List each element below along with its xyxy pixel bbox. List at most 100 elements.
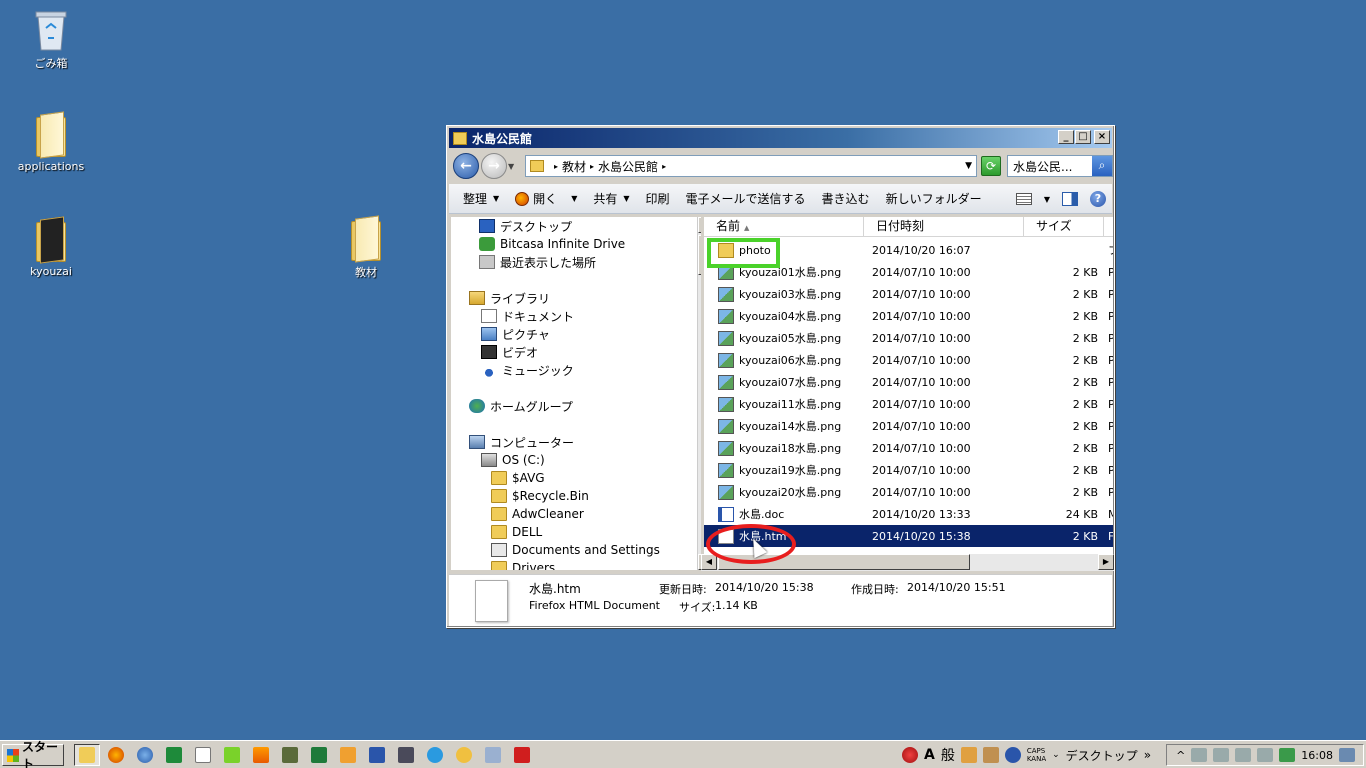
breadcrumb-separator-icon[interactable]: ▸	[554, 162, 558, 171]
nav-item-pictures[interactable]: ピクチャ	[481, 325, 550, 343]
refresh-button[interactable]: ⟳	[981, 156, 1001, 176]
taskbar-notepad-button[interactable]	[190, 744, 216, 766]
file-row[interactable]: kyouzai19水島.png 2014/07/10 10:00 2 KB P	[704, 459, 1113, 481]
taskbar-word-button[interactable]	[364, 744, 390, 766]
file-row[interactable]: kyouzai07水島.png 2014/07/10 10:00 2 KB P	[704, 371, 1113, 393]
desktop-icon-kyouzai-jp[interactable]: 教材	[326, 215, 406, 280]
nav-item-videos[interactable]: ビデオ	[481, 343, 538, 361]
nav-item-libraries[interactable]: ライブラリ	[469, 289, 550, 307]
chevron-down-icon[interactable]: ▼	[1044, 195, 1050, 204]
email-button[interactable]: 電子メールで送信する	[678, 190, 814, 207]
print-button[interactable]: 印刷	[638, 190, 678, 207]
taskbar-vlc-button[interactable]	[248, 744, 274, 766]
minimize-button[interactable]: _	[1058, 130, 1074, 144]
search-icon[interactable]: ⌕	[1092, 156, 1112, 176]
taskbar-firefox-button[interactable]	[103, 744, 129, 766]
breadcrumb-separator-icon[interactable]: ▸	[590, 162, 594, 171]
taskbar-app-tool-button[interactable]	[277, 744, 303, 766]
file-row[interactable]: kyouzai14水島.png 2014/07/10 10:00 2 KB P	[704, 415, 1113, 437]
breadcrumb-separator-icon[interactable]: ▸	[662, 162, 666, 171]
nav-item-recycle-bin[interactable]: $Recycle.Bin	[491, 487, 589, 505]
file-row[interactable]: kyouzai03水島.png 2014/07/10 10:00 2 KB P	[704, 283, 1113, 305]
nav-item-drivers[interactable]: Drivers	[491, 559, 555, 570]
avg-icon[interactable]	[1279, 748, 1296, 762]
title-bar[interactable]: 水島公民館 _ □ ×	[449, 128, 1112, 148]
ime-options-icon[interactable]: ⌄	[1052, 750, 1060, 760]
nav-item-documents-and-settings[interactable]: Documents and Settings	[491, 541, 660, 559]
taskbar-app-sun-button[interactable]	[451, 744, 477, 766]
taskbar-app-lime-button[interactable]	[219, 744, 245, 766]
nav-item-music[interactable]: ミュージック	[481, 361, 574, 379]
maximize-button[interactable]: □	[1075, 130, 1091, 144]
nav-item-adwcleaner[interactable]: AdwCleaner	[491, 505, 584, 523]
scroll-left-icon[interactable]: ◀	[701, 554, 717, 570]
file-row[interactable]: 水島.doc 2014/10/20 13:33 24 KB M	[704, 503, 1113, 525]
network-icon[interactable]	[1235, 748, 1252, 762]
taskbar-thunderbird-button[interactable]	[132, 744, 158, 766]
file-row[interactable]: kyouzai18水島.png 2014/07/10 10:00 2 KB P	[704, 437, 1113, 459]
action-center-flag-icon[interactable]	[1191, 748, 1208, 762]
taskbar-excel-button[interactable]	[306, 744, 332, 766]
search-input[interactable]: 水島公民... ⌕	[1007, 155, 1113, 177]
ime-pad-icon[interactable]	[960, 747, 977, 763]
desktop-icon-kyouzai[interactable]: kyouzai	[11, 216, 91, 278]
taskbar-app-box-button[interactable]	[393, 744, 419, 766]
speaker-icon[interactable]	[1257, 748, 1274, 762]
nav-item-bitcasa[interactable]: Bitcasa Infinite Drive	[479, 235, 625, 253]
toolbar-chevron-icon[interactable]: »	[1144, 748, 1151, 762]
desktop-toolbar-label[interactable]: デスクトップ	[1066, 747, 1138, 764]
desktop-icon-recycle-bin[interactable]: ごみ箱	[11, 8, 91, 71]
ime-conversion-mode[interactable]: 般	[941, 745, 955, 765]
taskbar-app-blue-button[interactable]	[422, 744, 448, 766]
column-header-name[interactable]: 名前 ▲	[704, 217, 864, 236]
show-desktop-icon[interactable]	[1339, 748, 1355, 762]
file-row[interactable]: kyouzai05水島.png 2014/07/10 10:00 2 KB P	[704, 327, 1113, 349]
taskbar-app-green-button[interactable]	[161, 744, 187, 766]
breadcrumb-item[interactable]: 教材	[562, 158, 586, 175]
open-button[interactable]: 開く ▼	[507, 190, 585, 207]
nav-item-desktop[interactable]: デスクトップ	[479, 217, 572, 235]
device-icon[interactable]	[1213, 748, 1230, 762]
file-row[interactable]: kyouzai11水島.png 2014/07/10 10:00 2 KB P	[704, 393, 1113, 415]
taskbar-acrobat-button[interactable]	[509, 744, 535, 766]
ime-dictionary-icon[interactable]	[982, 747, 999, 763]
burn-button[interactable]: 書き込む	[814, 190, 878, 207]
breadcrumb-item[interactable]: 水島公民館	[598, 158, 658, 175]
new-folder-button[interactable]: 新しいフォルダー	[878, 190, 990, 207]
clock[interactable]: 16:08	[1301, 749, 1333, 762]
file-row[interactable]: kyouzai04水島.png 2014/07/10 10:00 2 KB P	[704, 305, 1113, 327]
help-icon[interactable]: ?	[1090, 191, 1106, 207]
nav-item-computer[interactable]: コンピューター	[469, 433, 574, 451]
help-icon[interactable]	[1004, 747, 1021, 763]
column-header-size[interactable]: サイズ	[1024, 217, 1104, 236]
taskbar-explorer-button[interactable]	[74, 744, 100, 766]
close-button[interactable]: ×	[1094, 130, 1110, 144]
column-header-type[interactable]: 種	[1104, 217, 1113, 236]
desktop-icon-applications[interactable]: applications	[11, 111, 91, 173]
forward-button[interactable]: →	[481, 153, 507, 179]
organize-button[interactable]: 整理 ▼	[449, 190, 507, 207]
nav-item-avg[interactable]: $AVG	[491, 469, 545, 487]
nav-item-dell[interactable]: DELL	[491, 523, 542, 541]
show-hidden-icons-icon[interactable]: ^	[1176, 749, 1185, 762]
nav-item-recent-places[interactable]: 最近表示した場所	[479, 253, 596, 271]
share-button[interactable]: 共有 ▼	[585, 190, 637, 207]
address-dropdown-icon[interactable]: ▼	[965, 161, 972, 171]
nav-item-os-c[interactable]: OS (C:)	[481, 451, 545, 469]
back-button[interactable]: ←	[453, 153, 479, 179]
preview-pane-icon[interactable]	[1062, 192, 1078, 206]
view-options-icon[interactable]	[1015, 193, 1032, 205]
address-field[interactable]: ▸ 教材 ▸ 水島公民館 ▸ ▼	[525, 155, 977, 177]
file-row[interactable]: kyouzai06水島.png 2014/07/10 10:00 2 KB P	[704, 349, 1113, 371]
file-row[interactable]: kyouzai20水島.png 2014/07/10 10:00 2 KB P	[704, 481, 1113, 503]
taskbar-app-paint-button[interactable]	[480, 744, 506, 766]
ime-input-mode[interactable]: A	[924, 747, 935, 763]
start-button[interactable]: スタート	[2, 740, 64, 768]
balloon-icon[interactable]	[902, 747, 918, 763]
taskbar-app-orange-button[interactable]	[335, 744, 361, 766]
nav-item-homegroup[interactable]: ホームグループ	[469, 397, 573, 415]
column-header-date[interactable]: 日付時刻	[864, 217, 1024, 236]
recent-pages-dropdown[interactable]: ▼	[508, 162, 518, 171]
nav-item-documents[interactable]: ドキュメント	[481, 307, 574, 325]
scroll-right-icon[interactable]: ▶	[1098, 554, 1114, 570]
